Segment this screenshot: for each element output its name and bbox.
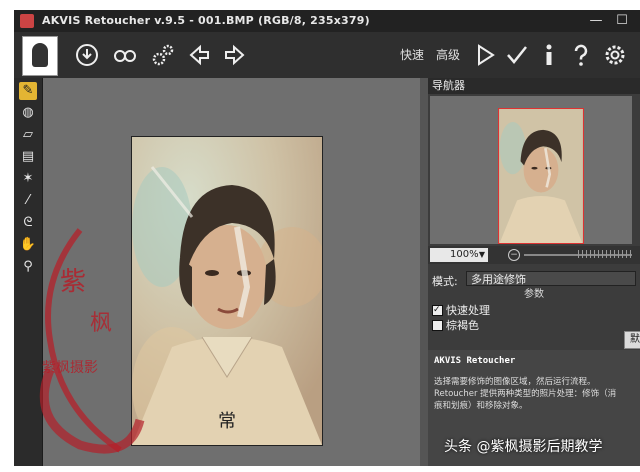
checkmark-icon[interactable]	[502, 40, 532, 70]
eraser-icon[interactable]: ▱	[19, 126, 37, 144]
minimize-icon[interactable]: —	[588, 13, 604, 29]
info-line-2: Retoucher 提供两种类型的照片处理：修饰（消	[434, 389, 617, 399]
seal-text: 紫枫摄影	[42, 360, 98, 376]
svg-text:枫: 枫	[90, 311, 112, 336]
arrow-left-icon[interactable]	[186, 40, 216, 70]
chevron-down-icon: ▼	[478, 250, 485, 259]
mode-row: 模式: 多用途修饰	[428, 270, 640, 288]
seal-watermark: 紫 枫 紫枫摄影	[39, 228, 145, 454]
stamp-icon[interactable]: ◍	[19, 104, 37, 122]
navigator-thumbnail	[498, 108, 584, 244]
advanced-mode-button[interactable]: 高级	[436, 46, 460, 63]
globe-download-icon[interactable]	[72, 40, 102, 70]
settings-gear-icon[interactable]	[600, 40, 630, 70]
play-icon[interactable]	[470, 40, 500, 70]
dropper-icon[interactable]: ⁄	[19, 192, 37, 210]
maximize-icon[interactable]: ☐	[614, 13, 630, 29]
info-icon[interactable]	[534, 40, 564, 70]
svg-text:紫: 紫	[60, 267, 86, 297]
zoom-select[interactable]: 100% ▼	[430, 248, 488, 262]
toolbar: 快速 高级	[14, 32, 640, 79]
title-bar: AKVIS Retoucher v.9.5 - 001.BMP (RGB/8, …	[14, 10, 640, 32]
canvas-scrollbar[interactable]	[420, 78, 428, 466]
checkbox-checked-icon	[432, 303, 443, 317]
navigator-preview[interactable]	[430, 96, 632, 244]
navigator-title: 导航器	[428, 78, 640, 94]
info-line-1: 选择需要修饰的图像区域，然后运行流程。	[434, 377, 596, 387]
zoom-controls: 100% ▼ −	[428, 246, 640, 264]
chisel-icon[interactable]: ▤	[19, 148, 37, 166]
right-panel: 导航器 100% ▼ − 模式: 多用途修饰 参数 ✓快速处理 棕褐色 默 AK…	[428, 78, 640, 466]
app-icon	[20, 14, 34, 28]
app-logo	[22, 36, 58, 76]
zoom-slider-ticks	[578, 250, 632, 258]
magic-wand-icon[interactable]: ✶	[19, 170, 37, 188]
zoom-value: 100%	[450, 249, 479, 260]
info-line-3: 痕和划痕）和移除对象。	[434, 401, 528, 411]
svg-text:常: 常	[218, 411, 236, 432]
brush-icon[interactable]: ✎	[19, 82, 37, 100]
glasses-icon[interactable]	[110, 40, 140, 70]
default-button[interactable]: 默	[624, 331, 640, 349]
info-heading: AKVIS Retoucher	[434, 356, 516, 366]
quick-process-label: 快速处理	[446, 304, 490, 317]
mode-label: 模式:	[432, 275, 458, 288]
arrow-right-icon[interactable]	[218, 40, 248, 70]
zoom-out-icon[interactable]: −	[508, 249, 520, 261]
sepia-label: 棕褐色	[446, 319, 479, 332]
sepia-checkbox[interactable]: 棕褐色	[432, 319, 479, 333]
gears-icon[interactable]	[148, 40, 178, 70]
portrait-photo: 常	[131, 136, 323, 446]
window-title: AKVIS Retoucher v.9.5 - 001.BMP (RGB/8, …	[42, 14, 370, 27]
mode-select[interactable]: 多用途修饰	[466, 271, 636, 286]
params-title: 参数	[524, 289, 544, 300]
quick-process-checkbox[interactable]: 快速处理	[432, 303, 490, 318]
help-icon[interactable]	[566, 40, 596, 70]
watermark-text: 头条 @紫枫摄影后期教学	[444, 439, 603, 455]
quick-mode-button[interactable]: 快速	[400, 46, 424, 63]
checkbox-unchecked-icon	[432, 319, 443, 331]
